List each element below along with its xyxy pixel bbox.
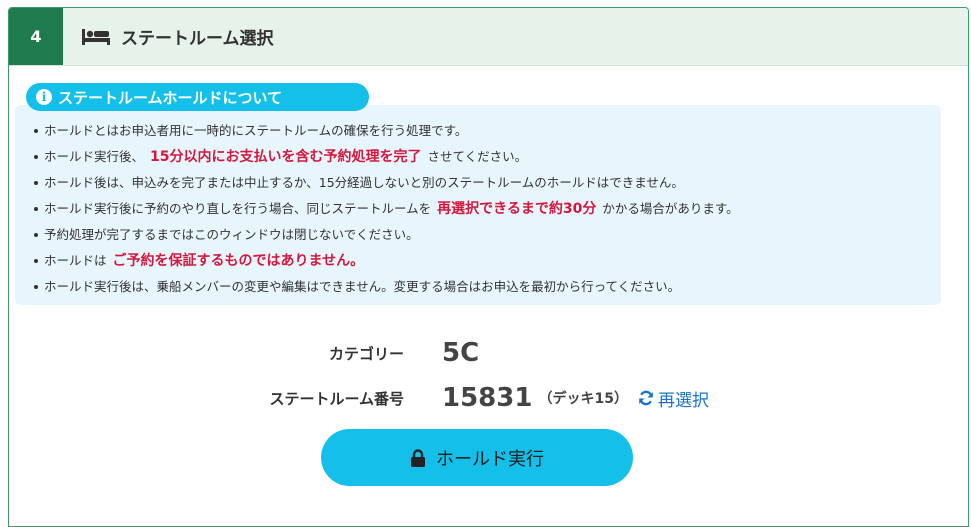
notice-text: ホールドとはお申込者用に一時的にステートルームの確保を行う処理です。 <box>44 123 468 138</box>
hold-notice-list: ホールドとはお申込者用に一時的にステートルームの確保を行う処理です。 ホールド実… <box>34 118 739 300</box>
notice-emphasis: ご予約を保証するものではありません。 <box>112 253 365 269</box>
notice-text: ホールド実行後、 <box>44 149 145 164</box>
refresh-icon <box>639 390 653 406</box>
step-number-badge: 4 <box>9 8 63 65</box>
list-item: ホールドとはお申込者用に一時的にステートルームの確保を行う処理です。 <box>34 118 739 144</box>
list-item: ホールド実行後に予約のやり直しを行う場合、同じステートルームを 再選択できるまで約… <box>34 196 739 222</box>
stateroom-number-label: ステートルーム番号 <box>269 389 404 408</box>
list-item: ホールド実行後、 15分以内にお支払いを含む予約処理を完了 させてください。 <box>34 144 739 170</box>
reselect-label: 再選択 <box>657 390 709 411</box>
list-item: ホールドは ご予約を保証するものではありません。 <box>34 248 739 274</box>
hold-execute-label: ホールド実行 <box>436 448 544 470</box>
notice-text: ホールド実行後は、乗船メンバーの変更や編集はできません。変更する場合はお申込を最… <box>44 279 681 294</box>
notice-text: させてください。 <box>427 149 528 164</box>
section-title: ステートルーム選択 <box>121 29 274 49</box>
notice-text: ホールドは <box>44 253 107 268</box>
list-item: ホールド実行後は、乗船メンバーの変更や編集はできません。変更する場合はお申込を最… <box>34 274 739 300</box>
bed-icon <box>81 27 111 47</box>
notice-text: 予約処理が完了するまではこのウィンドウは閉じないでください。 <box>44 227 419 242</box>
stateroom-row: ステートルーム番号 15831 （デッキ15） 再選択 <box>248 383 709 413</box>
notice-text: ホールド後は、申込みを完了または中止するか、15分経過しないと別のステートルーム… <box>44 175 684 190</box>
reselect-link[interactable]: 再選択 <box>638 386 709 411</box>
hold-notice-title: i ステートルームホールドについて <box>26 83 369 111</box>
notice-text: かかる場合があります。 <box>602 201 739 216</box>
notice-emphasis: 15分以内にお支払いを含む予約処理を完了 <box>150 149 422 165</box>
lock-icon <box>411 448 425 467</box>
notice-emphasis: 再選択できるまで約30分 <box>437 201 597 217</box>
notice-text: ホールド実行後に予約のやり直しを行う場合、同じステートルームを <box>44 201 432 216</box>
hold-execute-button[interactable]: ホールド実行 <box>321 429 633 486</box>
info-icon: i <box>36 89 52 105</box>
category-row: カテゴリー 5C <box>300 338 479 368</box>
deck-info: （デッキ15） <box>538 391 628 407</box>
hold-notice-title-text: ステートルームホールドについて <box>58 88 283 107</box>
stateroom-number-value: 15831 <box>442 383 533 413</box>
list-item: ホールド後は、申込みを完了または中止するか、15分経過しないと別のステートルーム… <box>34 170 739 196</box>
category-value: 5C <box>442 338 480 368</box>
list-item: 予約処理が完了するまではこのウィンドウは閉じないでください。 <box>34 222 739 248</box>
card-header: 4 ステートルーム選択 <box>9 8 968 66</box>
category-label: カテゴリー <box>328 344 404 363</box>
